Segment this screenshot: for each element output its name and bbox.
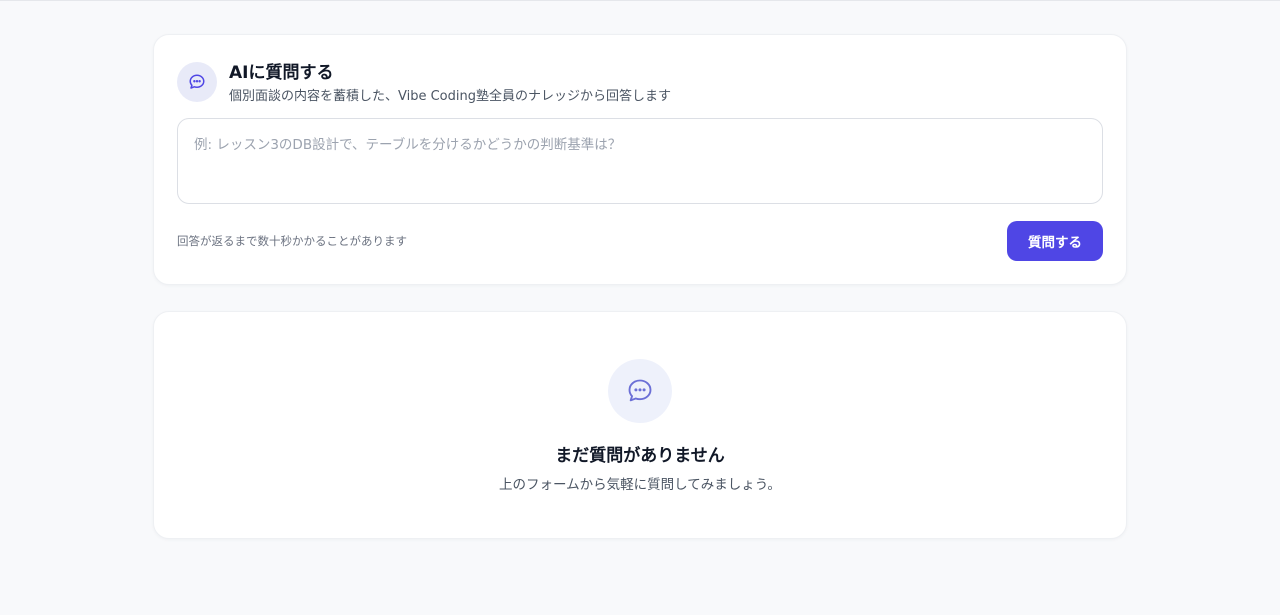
empty-state-title: まだ質問がありません — [555, 446, 725, 466]
top-divider — [0, 0, 1280, 1]
response-time-hint: 回答が返るまで数十秒かかることがあります — [177, 234, 407, 248]
question-input[interactable] — [177, 118, 1103, 204]
ask-avatar — [177, 62, 217, 102]
ask-card: AIに質問する 個別面談の内容を蓄積した、Vibe Coding塾全員のナレッジ… — [153, 34, 1127, 285]
chat-bubble-icon — [189, 74, 205, 89]
empty-state-description: 上のフォームから気軽に質問してみましょう。 — [499, 477, 781, 493]
empty-state-icon-circle — [608, 359, 672, 423]
ask-title: AIに質問する — [229, 63, 334, 83]
chat-bubble-icon — [628, 379, 652, 402]
ask-subtitle: 個別面談の内容を蓄積した、Vibe Coding塾全員のナレッジから回答します — [229, 89, 671, 104]
submit-question-button[interactable]: 質問する — [1007, 221, 1103, 261]
empty-state-card: まだ質問がありません 上のフォームから気軽に質問してみましょう。 — [153, 311, 1127, 539]
